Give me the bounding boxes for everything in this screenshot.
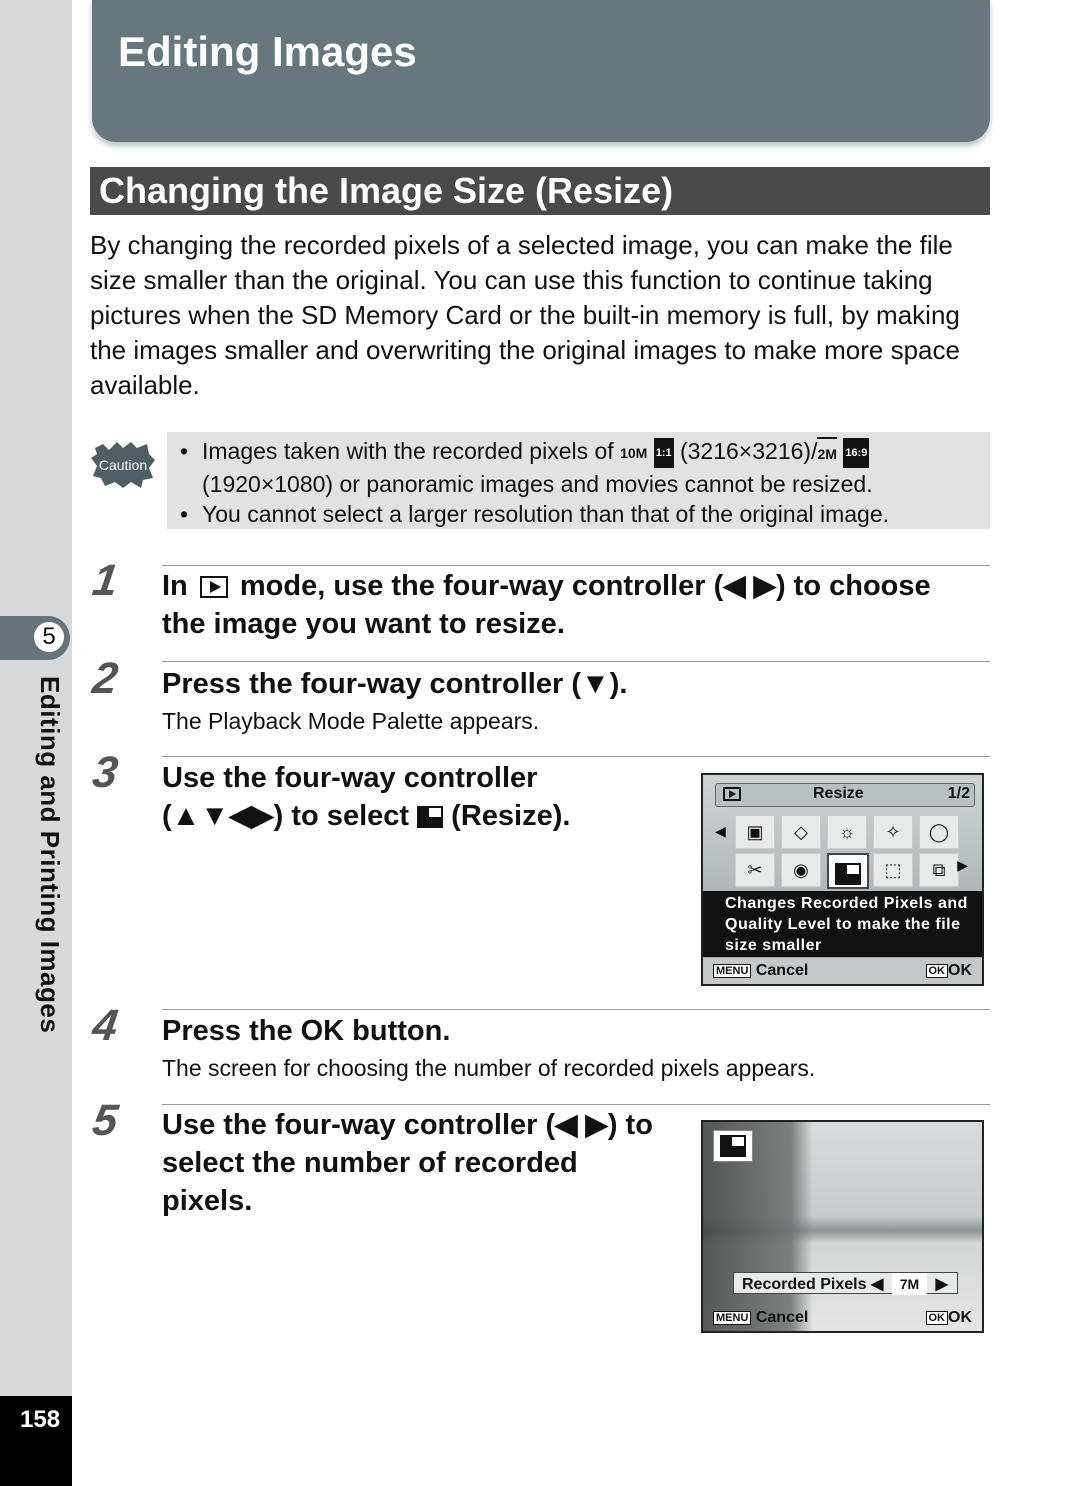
movie-edit-icon[interactable]: ✂ bbox=[735, 853, 775, 887]
cropping-icon[interactable]: ⬚ bbox=[873, 853, 913, 887]
step-description: The screen for choosing the number of re… bbox=[162, 1055, 816, 1081]
rotate-icon[interactable]: ◇ bbox=[781, 815, 821, 849]
divider bbox=[162, 565, 990, 566]
screen-page: 1/2 bbox=[947, 785, 970, 802]
frame-composite-icon[interactable]: ◯ bbox=[919, 815, 959, 849]
image-copy-icon[interactable]: ⧉ bbox=[919, 853, 959, 887]
divider bbox=[162, 1104, 990, 1105]
right-arrow-icon[interactable]: ▶ bbox=[936, 1276, 948, 1293]
resize-mode-icon bbox=[713, 1130, 753, 1162]
left-arrow-icon[interactable]: ◀ bbox=[871, 1276, 883, 1293]
screen-title: Resize bbox=[813, 785, 864, 802]
step-heading: Press the OK button. bbox=[162, 1015, 451, 1047]
caution-item: • You cannot select a larger resolution … bbox=[180, 500, 890, 527]
section-title: Changing the Image Size (Resize) bbox=[99, 170, 674, 211]
ok-key-icon: OK bbox=[925, 1310, 948, 1325]
resize-icon[interactable] bbox=[827, 853, 869, 889]
intro-paragraph: By changing the recorded pixels of a sel… bbox=[90, 230, 960, 400]
resolution-badge-2m: 2M bbox=[817, 436, 837, 469]
resize-icon bbox=[417, 806, 444, 829]
aspect-badge-1-1: 1:1 bbox=[653, 437, 674, 468]
left-arrow-icon: ◀ bbox=[715, 823, 726, 839]
recorded-pixels-screen: Recorded Pixels ◀ 7M ▶ MENU Cancel OK OK bbox=[701, 1120, 984, 1333]
bullet: • bbox=[180, 438, 189, 464]
step-heading: In mode, use the four-way controller (◀ … bbox=[162, 570, 931, 640]
cancel-hint: MENU Cancel bbox=[713, 962, 808, 980]
ok-hint: OK OK bbox=[925, 1309, 972, 1327]
step-heading: Use the four-way controller (◀ ▶) to sel… bbox=[162, 1109, 653, 1217]
palette-description: Changes Recorded Pixels and Quality Leve… bbox=[703, 891, 982, 957]
recorded-pixels-value: 7M bbox=[891, 1273, 928, 1295]
page-number: 158 bbox=[20, 1406, 61, 1433]
recorded-pixels-selector[interactable]: Recorded Pixels ◀ 7M ▶ bbox=[733, 1272, 958, 1295]
divider bbox=[162, 1009, 990, 1010]
slideshow-icon[interactable]: ▣ bbox=[735, 815, 775, 849]
resolution-badge-10m: 10M bbox=[620, 444, 648, 461]
recorded-pixels-label: Recorded Pixels bbox=[742, 1276, 867, 1293]
step-number: 1 bbox=[89, 556, 121, 605]
image-recovery-icon[interactable]: ✧ bbox=[873, 815, 913, 849]
cancel-hint: MENU Cancel bbox=[713, 1309, 808, 1327]
caution-icon: Caution bbox=[91, 442, 155, 488]
step-heading: Press the four-way controller (▼). bbox=[162, 668, 628, 700]
chapter-number: 5 bbox=[32, 620, 66, 654]
bullet: • bbox=[180, 500, 189, 527]
red-eye-edit-icon[interactable]: ◉ bbox=[781, 853, 821, 887]
caution-item: • Images taken with the recorded pixels … bbox=[180, 436, 873, 497]
page-title: Editing Images bbox=[118, 28, 417, 75]
divider bbox=[162, 756, 990, 757]
playback-icon bbox=[723, 787, 741, 801]
palette-icon-grid: ▣ ◇ ☼ ✧ ◯ ✂ ◉ ⬚ ⧉ bbox=[735, 815, 960, 889]
ok-key-icon: OK bbox=[925, 963, 948, 978]
step-number: 5 bbox=[89, 1096, 121, 1145]
right-arrow-icon: ▶ bbox=[957, 857, 968, 873]
divider bbox=[162, 661, 990, 662]
ok-hint: OK OK bbox=[925, 962, 972, 980]
menu-key-icon: MENU bbox=[713, 1310, 752, 1325]
playback-icon bbox=[199, 576, 228, 599]
step-number: 3 bbox=[89, 748, 121, 797]
playback-palette-screen: Resize 1/2 ◀ ▣ ◇ ☼ ✧ ◯ ✂ ◉ ⬚ ⧉ ▶ Changes… bbox=[701, 773, 984, 986]
caution-list: • Images taken with the recorded pixels … bbox=[180, 436, 980, 529]
step-number: 2 bbox=[89, 654, 121, 703]
step-heading: Use the four-way controller (▲▼◀▶) to se… bbox=[162, 762, 571, 832]
aspect-badge-16-9: 16:9 bbox=[843, 437, 870, 468]
digital-filter-icon[interactable]: ☼ bbox=[827, 815, 867, 849]
step-number: 4 bbox=[89, 1001, 121, 1050]
caution-label: Caution bbox=[99, 457, 147, 473]
chapter-title: Editing and Printing Images bbox=[35, 676, 65, 1034]
menu-key-icon: MENU bbox=[713, 963, 752, 978]
step-description: The Playback Mode Palette appears. bbox=[162, 708, 540, 734]
